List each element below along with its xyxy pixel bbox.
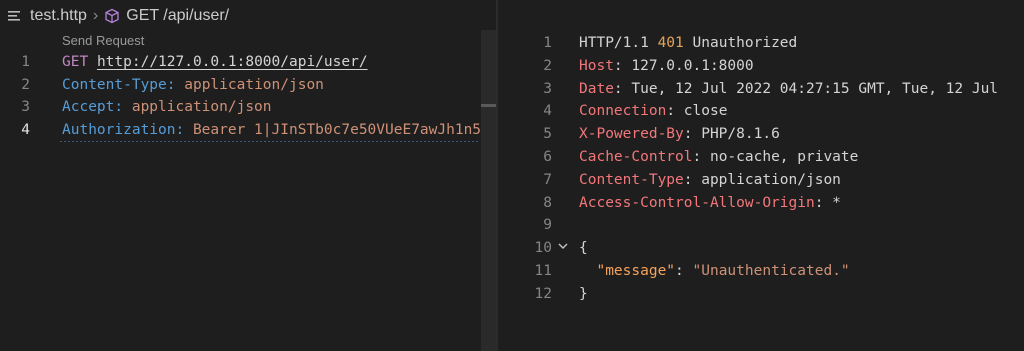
token: X-Powered-By [579, 126, 684, 143]
line-text: } [579, 283, 588, 305]
line-text: Connection: close [579, 100, 727, 122]
line-number: 2 [21, 76, 30, 93]
line-number: 11 [534, 263, 552, 279]
line-number: 6 [543, 149, 552, 165]
line-text: Authorization: Bearer 1|JInSTb0c7e50VUeE… [62, 119, 481, 141]
line-number: 3 [543, 80, 552, 97]
token: : PHP/8.1.6 [683, 126, 780, 143]
response-line-4[interactable]: 4 Connection: close [498, 100, 1024, 122]
line-text: Cache-Control: no-cache, private [579, 146, 858, 168]
line-number: 12 [534, 285, 552, 302]
token: Accept: [62, 99, 124, 115]
token: HTTP/1.1 [579, 35, 658, 51]
line-number: 4 [21, 121, 30, 138]
token: GET [62, 54, 89, 70]
response-line-5[interactable]: 5 X-Powered-By: PHP/8.1.6 [498, 123, 1024, 145]
line-text: { [579, 237, 588, 259]
line-number: 2 [543, 57, 552, 74]
scrollbar-thumb-marker[interactable] [481, 104, 496, 107]
token: Date [579, 80, 614, 97]
token: Authorization: [62, 121, 185, 138]
breadcrumb: test.http › GET /api/user/ [0, 0, 496, 32]
token: : Tue, 12 Jul 2022 04:27:15 GMT, Tue, 12… [613, 80, 999, 97]
response-line-12[interactable]: 12} [498, 283, 1024, 305]
response-line-8[interactable]: 8 Access-Control-Allow-Origin: * [498, 192, 1024, 214]
response-line-6[interactable]: 6 Cache-Control: no-cache, private [498, 146, 1024, 168]
token: : [675, 263, 693, 279]
token: Host [579, 57, 614, 74]
response-line-3[interactable]: 3 Date: Tue, 12 Jul 2022 04:27:15 GMT, Tu… [498, 78, 1024, 100]
lines-menu-icon [8, 9, 22, 23]
response-line-7[interactable]: 7 Content-Type: application/json [498, 169, 1024, 191]
response-line-2[interactable]: 2 Host: 127.0.0.1:8000 [498, 55, 1024, 77]
line-text: Content-Type: application/json [579, 169, 841, 191]
line-text: X-Powered-By: PHP/8.1.6 [579, 123, 780, 145]
line-text: Date: Tue, 12 Jul 2022 04:27:15 GMT, Tue… [579, 78, 998, 100]
token[interactable]: http://127.0.0.1:8000/api/user/ [97, 54, 368, 70]
line-text: Accept: application/json [62, 96, 272, 118]
token: Cache-Control [579, 149, 693, 165]
chevron-right-icon: › [92, 7, 99, 24]
line-number: 1 [21, 54, 30, 70]
line-text: Access-Control-Allow-Origin: * [579, 192, 841, 214]
token: : no-cache, private [692, 149, 859, 165]
breadcrumb-symbol[interactable]: GET /api/user/ [126, 7, 229, 25]
token: Access-Control-Allow-Origin [579, 194, 815, 211]
token: { [579, 240, 588, 257]
response-line-9[interactable]: 9 [498, 214, 1024, 236]
token: } [579, 285, 588, 302]
line-number: 1 [543, 35, 552, 51]
line-number: 10 [534, 240, 552, 257]
response-line-1[interactable]: 1 HTTP/1.1 401 Unauthorized [498, 32, 1024, 54]
fold-chevron-down-icon[interactable] [556, 239, 570, 253]
line-number: 5 [543, 126, 552, 143]
token: Unauthorized [683, 35, 798, 51]
line-text: GET http://127.0.0.1:8000/api/user/ [62, 51, 368, 73]
request-editor-pane[interactable]: test.http › GET /api/user/ Send Request … [0, 0, 496, 351]
breadcrumb-file[interactable]: test.http [30, 7, 87, 25]
token: : application/json [683, 171, 841, 188]
line-4-indicator [60, 141, 480, 142]
token: Content-Type [579, 171, 684, 188]
response-line-10[interactable]: 10 { [498, 237, 1024, 259]
request-line-4[interactable]: 4 Authorization: Bearer 1|JInSTb0c7e50VUe… [0, 119, 496, 141]
line-text: Host: 127.0.0.1:8000 [579, 55, 754, 77]
line-number: 4 [543, 103, 552, 120]
vertical-scrollbar[interactable] [481, 30, 496, 351]
token: : * [814, 194, 841, 211]
line-number: 3 [21, 99, 30, 115]
line-text: "message": "Unauthenticated." [579, 260, 850, 282]
token: : 127.0.0.1:8000 [613, 57, 754, 74]
line-number: 7 [543, 171, 552, 188]
line-text: Content-Type: application/json [62, 74, 324, 96]
send-request-link[interactable]: Send Request [62, 33, 144, 48]
response-line-11[interactable]: 11 "message": "Unauthenticated." [498, 260, 1024, 282]
response-pane[interactable]: 1 HTTP/1.1 401 Unauthorized 2 Host: 127.0.0… [498, 0, 1024, 351]
token: : close [666, 103, 728, 120]
token: "message" [596, 263, 676, 279]
cube-symbol-icon [104, 8, 120, 24]
token: Bearer 1|JInSTb0c7e50VUeE7awJh1n5 [192, 121, 482, 138]
token: application/json [131, 99, 272, 115]
request-line-1[interactable]: 1 GET http://127.0.0.1:8000/api/user/ [0, 51, 496, 73]
request-line-3[interactable]: 3 Accept: application/json [0, 96, 496, 118]
request-line-2[interactable]: 2 Content-Type: application/json [0, 74, 496, 96]
line-number: 9 [543, 217, 552, 234]
line-number: 8 [543, 194, 552, 211]
token: Connection [579, 103, 667, 120]
token: Content-Type: [62, 76, 176, 93]
token: 401 [657, 35, 684, 51]
token: application/json [184, 76, 324, 93]
token: "Unauthenticated." [692, 263, 850, 279]
line-text: HTTP/1.1 401 Unauthorized [579, 32, 797, 54]
